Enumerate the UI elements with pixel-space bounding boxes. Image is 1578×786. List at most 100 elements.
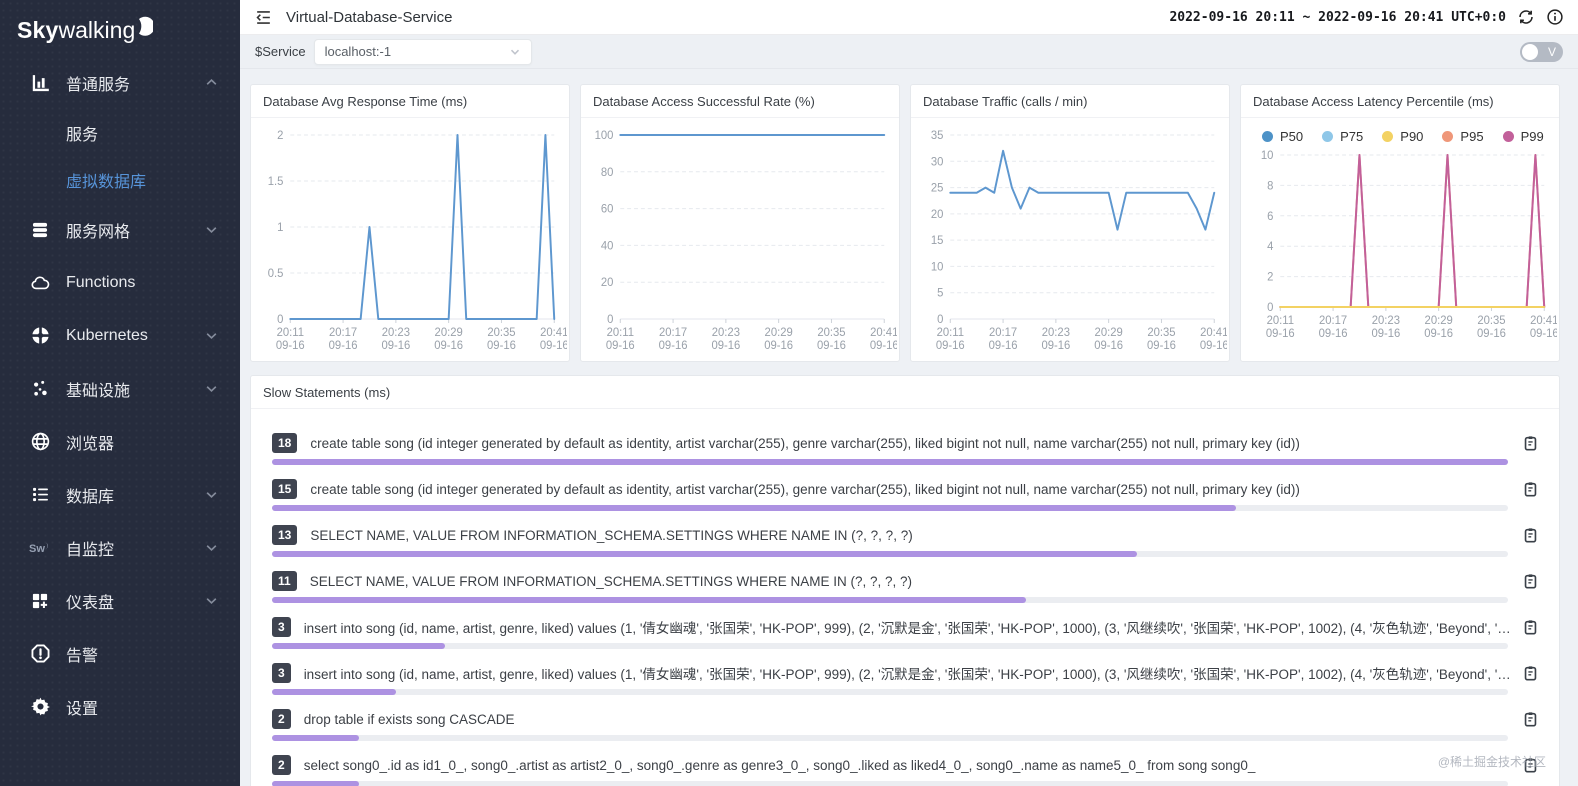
infrastructure-icon — [29, 378, 51, 400]
legend-item-p50[interactable]: P50 — [1262, 129, 1303, 144]
bar-chart-icon — [29, 72, 51, 94]
statement-row: 2 select song0_.id as id1_0_, song0_.art… — [272, 754, 1539, 786]
svg-text:4: 4 — [1267, 241, 1273, 253]
sidebar-item-settings[interactable]: 设置 — [0, 680, 240, 733]
chevron-down-icon — [204, 541, 218, 554]
svg-text:09-16: 09-16 — [540, 340, 567, 352]
version-toggle[interactable]: V — [1520, 42, 1563, 62]
sidebar-subitem-virtual-database[interactable]: 虚拟数据库 — [0, 156, 240, 203]
chart-card-latency-percentile: Database Access Latency Percentile (ms) … — [1240, 84, 1560, 362]
svg-text:09-16: 09-16 — [434, 340, 463, 352]
chevron-down-icon — [509, 46, 521, 58]
svg-text:25: 25 — [931, 182, 944, 194]
copy-icon[interactable] — [1522, 526, 1539, 544]
settings-icon — [29, 696, 51, 718]
chart-title: Database Access Latency Percentile (ms) — [1241, 85, 1559, 118]
sidebar-item-dashboards[interactable]: 仪表盘 — [0, 574, 240, 627]
refresh-icon[interactable] — [1517, 8, 1535, 26]
slow-statements-card: Slow Statements (ms) 18 create table son… — [250, 375, 1560, 786]
svg-text:20:41: 20:41 — [540, 327, 567, 339]
sidebar-item-browser[interactable]: 浏览器 — [0, 415, 240, 468]
svg-text:09-16: 09-16 — [711, 340, 740, 352]
dashboard-content: Database Avg Response Time (ms) 00.511.5… — [240, 69, 1578, 786]
sidebar-item-service-mesh[interactable]: 服务网格 — [0, 203, 240, 256]
sidebar-item-alerting[interactable]: 告警 — [0, 627, 240, 680]
svg-text:15: 15 — [931, 235, 944, 247]
latency-badge: 2 — [272, 709, 291, 729]
svg-text:60: 60 — [601, 204, 614, 216]
svg-text:09-16: 09-16 — [1477, 328, 1506, 340]
sidebar-item-general-service[interactable]: 普通服务 — [0, 56, 240, 109]
latency-badge: 13 — [272, 525, 297, 545]
chart-canvas-traffic[interactable]: 0510152025303520:1109-1620:1709-1620:230… — [913, 120, 1227, 356]
latency-bar-fill — [272, 689, 396, 695]
cloud-icon — [29, 272, 51, 294]
sidebar-item-self-observability[interactable]: Sw 自监控 — [0, 521, 240, 574]
svg-text:20:29: 20:29 — [765, 327, 793, 339]
legend-dot — [1262, 131, 1273, 142]
sidebar-item-database[interactable]: 数据库 — [0, 468, 240, 521]
legend-item-p90[interactable]: P90 — [1382, 129, 1423, 144]
latency-bar-track — [272, 551, 1508, 557]
latency-badge: 2 — [272, 755, 291, 775]
sidebar-subitem-services[interactable]: 服务 — [0, 109, 240, 156]
svg-text:20:23: 20:23 — [382, 327, 410, 339]
copy-icon[interactable] — [1522, 434, 1539, 452]
service-select[interactable]: localhost:-1 — [314, 39, 532, 65]
service-select-value: localhost:-1 — [325, 44, 509, 59]
kubernetes-icon — [29, 325, 51, 347]
self-monitor-icon: Sw — [29, 537, 51, 559]
svg-text:20:23: 20:23 — [712, 327, 740, 339]
slow-statements-title: Slow Statements (ms) — [251, 376, 1559, 409]
sidebar-item-functions[interactable]: Functions — [0, 256, 240, 309]
svg-text:0: 0 — [277, 314, 283, 326]
legend-item-p95[interactable]: P95 — [1442, 129, 1483, 144]
copy-icon[interactable] — [1522, 756, 1539, 774]
time-range[interactable]: 2022-09-16 20:11 ~ 2022-09-16 20:41 UTC+… — [1169, 10, 1506, 25]
latency-badge: 15 — [272, 479, 297, 499]
legend-item-p99[interactable]: P99 — [1503, 129, 1544, 144]
copy-icon[interactable] — [1522, 664, 1539, 682]
latency-badge: 18 — [272, 433, 297, 453]
latency-badge: 3 — [272, 663, 291, 683]
svg-text:1: 1 — [277, 222, 283, 234]
latency-bar-fill — [272, 597, 1026, 603]
svg-text:09-16: 09-16 — [329, 340, 358, 352]
svg-text:20:17: 20:17 — [989, 327, 1017, 339]
info-icon[interactable] — [1546, 8, 1564, 26]
chart-canvas-avg-response-time[interactable]: 00.511.5220:1109-1620:1709-1620:2309-162… — [253, 120, 567, 356]
copy-icon[interactable] — [1522, 480, 1539, 498]
charts-row: Database Avg Response Time (ms) 00.511.5… — [250, 84, 1560, 362]
latency-bar-track — [272, 459, 1508, 465]
chart-title: Database Avg Response Time (ms) — [251, 85, 569, 118]
chart-legend: P50 P75 P90 P95 P99 — [1241, 118, 1559, 144]
svg-text:09-16: 09-16 — [1424, 328, 1453, 340]
copy-icon[interactable] — [1522, 710, 1539, 728]
latency-bar-track — [272, 781, 1508, 786]
svg-text:20:23: 20:23 — [1042, 327, 1070, 339]
sidebar-item-infrastructure[interactable]: 基础设施 — [0, 362, 240, 415]
svg-text:20:41: 20:41 — [1530, 315, 1557, 327]
legend-dot — [1382, 131, 1393, 142]
svg-text:20:17: 20:17 — [329, 327, 357, 339]
svg-text:09-16: 09-16 — [276, 340, 305, 352]
legend-item-p75[interactable]: P75 — [1322, 129, 1363, 144]
legend-dot — [1503, 131, 1514, 142]
sidebar-item-kubernetes[interactable]: Kubernetes — [0, 309, 240, 362]
legend-dot — [1442, 131, 1453, 142]
chart-canvas-latency-percentile[interactable]: 024681020:1109-1620:1709-1620:2309-1620:… — [1243, 146, 1557, 344]
skywalking-logo: Skywalking — [0, 0, 240, 56]
chart-card-avg-response-time: Database Avg Response Time (ms) 00.511.5… — [250, 84, 570, 362]
svg-text:20:23: 20:23 — [1372, 315, 1400, 327]
logo-text-bold: Sky — [17, 17, 59, 44]
copy-icon[interactable] — [1522, 618, 1539, 636]
chart-canvas-successful-rate[interactable]: 02040608010020:1109-1620:1709-1620:2309-… — [583, 120, 897, 356]
svg-text:8: 8 — [1267, 180, 1273, 192]
copy-icon[interactable] — [1522, 572, 1539, 590]
statement-text: insert into song (id, name, artist, genr… — [304, 663, 1512, 683]
statement-text: select song0_.id as id1_0_, song0_.artis… — [304, 758, 1512, 773]
collapse-sidebar-icon[interactable] — [254, 8, 273, 27]
svg-text:09-16: 09-16 — [989, 340, 1018, 352]
svg-text:20:35: 20:35 — [1477, 315, 1505, 327]
svg-text:0: 0 — [937, 314, 943, 326]
